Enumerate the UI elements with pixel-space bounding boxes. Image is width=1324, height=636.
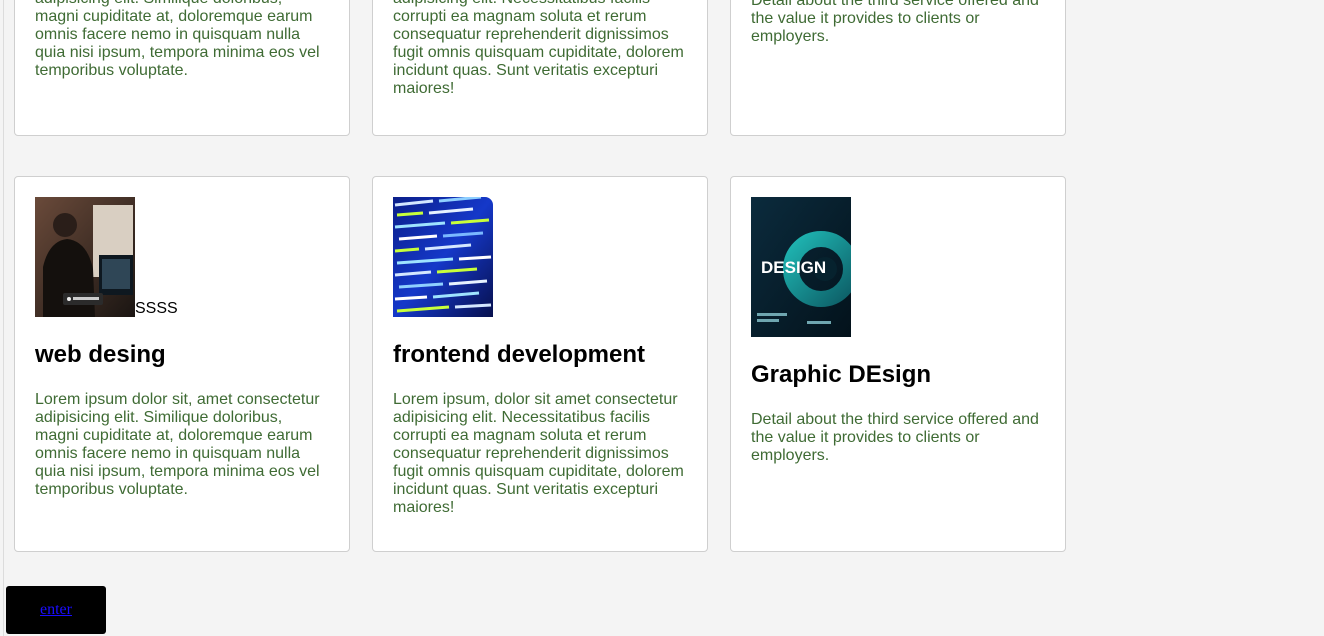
service-card-description: Detail about the third service offered a… (751, 0, 1039, 45)
person-at-computer-image (35, 197, 135, 317)
page-left-border (3, 0, 4, 636)
service-title: Graphic DEsign (751, 361, 932, 388)
service-image-row: DESIGN (751, 197, 1045, 341)
service-card-web-design: SSSS web desing Lorem ipsum dolor sit, a… (14, 176, 350, 552)
web-design-image (35, 197, 135, 317)
graphic-design-image: DESIGN (751, 197, 851, 337)
enter-button[interactable]: enter (6, 586, 106, 634)
service-description: Detail about the third service offered a… (751, 411, 1039, 464)
service-description: Lorem ipsum, dolor sit amet consectetur … (393, 391, 684, 516)
poster-heading-text: DESIGN (761, 258, 827, 277)
code-screen-image (393, 197, 493, 317)
service-description: Lorem ipsum dolor sit, amet consectetur … (35, 391, 320, 498)
service-card-web-design-top: Lorem ipsum dolor sit, amet consectetur … (14, 0, 350, 136)
enter-link[interactable]: enter (40, 601, 72, 619)
service-image-row: SSSS (35, 197, 329, 321)
service-card-description: Lorem ipsum dolor sit, amet consectetur … (35, 0, 320, 79)
image-alt-text: SSSS (135, 300, 178, 317)
frontend-image (393, 197, 493, 317)
service-card-graphic-design: DESIGN Graphic DEsign Detail about the t… (730, 176, 1066, 552)
service-title: frontend development (393, 341, 646, 368)
service-title: web desing (35, 341, 166, 368)
service-image-row (393, 197, 687, 321)
service-card-description: Lorem ipsum, dolor sit amet consectetur … (393, 0, 684, 97)
service-card-frontend-top: Lorem ipsum, dolor sit amet consectetur … (372, 0, 708, 136)
service-card-frontend: frontend development Lorem ipsum, dolor … (372, 176, 708, 552)
service-card-graphic-design-top: Detail about the third service offered a… (730, 0, 1066, 136)
